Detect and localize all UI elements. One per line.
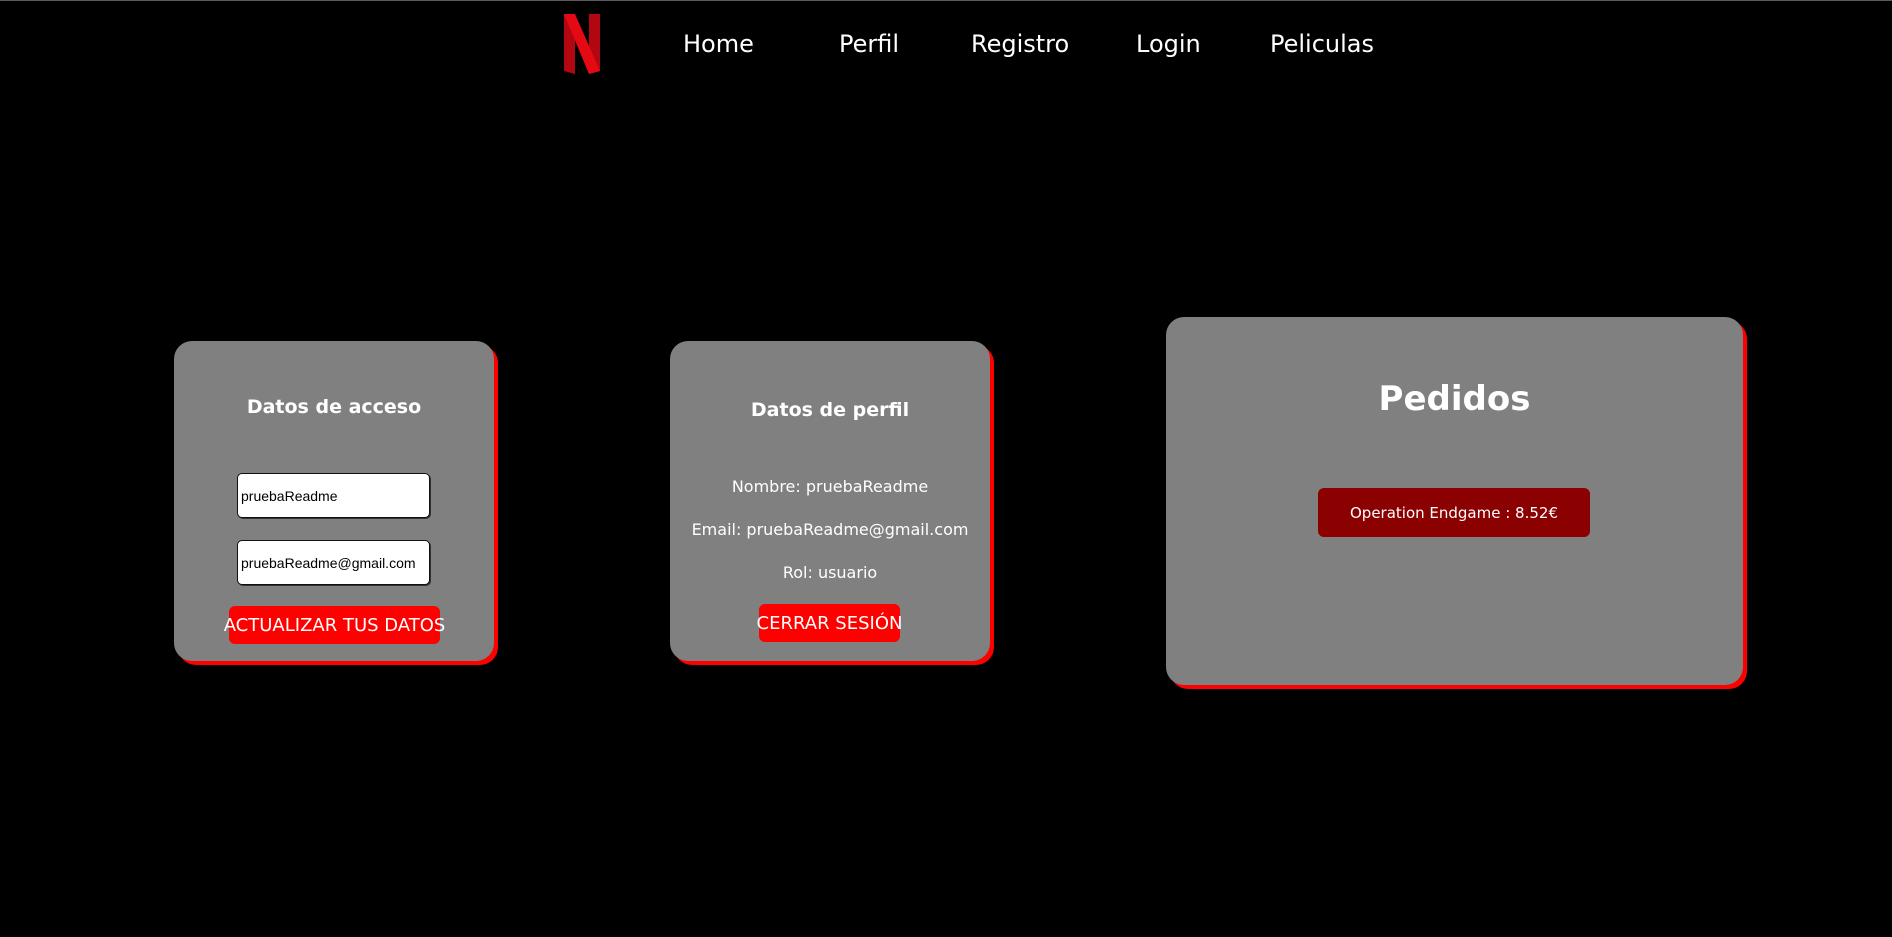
orders-card-title: Pedidos <box>1378 379 1531 419</box>
profile-role-text: Rol: usuario <box>782 563 878 582</box>
profile-email-text: Email: pruebaReadme@gmail.com <box>691 520 969 539</box>
nav-link-login[interactable]: Login <box>1136 30 1201 58</box>
access-data-card: Datos de acceso ACTUALIZAR TUS DATOS <box>174 341 494 661</box>
netflix-logo-icon[interactable] <box>564 14 600 74</box>
update-data-button[interactable]: ACTUALIZAR TUS DATOS <box>224 606 445 644</box>
profile-card-title: Datos de perfil <box>750 399 910 421</box>
nav-link-peliculas[interactable]: Peliculas <box>1270 30 1374 58</box>
top-navbar: Home Perfil Registro Login Peliculas <box>0 0 1892 95</box>
nav-link-home[interactable]: Home <box>683 30 754 58</box>
nav-link-registro[interactable]: Registro <box>971 30 1069 58</box>
access-card-title: Datos de acceso <box>246 396 422 418</box>
profile-name-text: Nombre: pruebaReadme <box>731 477 929 496</box>
profile-data-card: Datos de perfil Nombre: pruebaReadme Ema… <box>670 341 990 661</box>
nav-link-perfil[interactable]: Perfil <box>839 30 899 58</box>
username-input[interactable] <box>237 473 430 518</box>
email-input[interactable] <box>237 540 430 585</box>
logout-button[interactable]: CERRAR SESIÓN <box>757 604 902 642</box>
orders-card: Pedidos Operation Endgame : 8.52€ <box>1166 317 1743 685</box>
order-item[interactable]: Operation Endgame : 8.52€ <box>1318 488 1590 537</box>
